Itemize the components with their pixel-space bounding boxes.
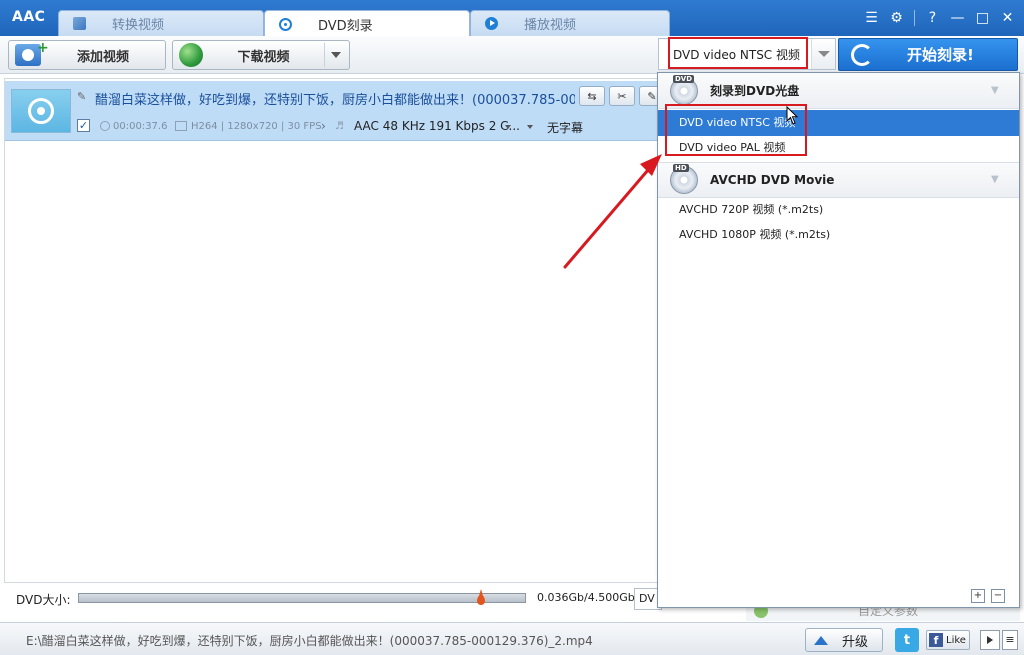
disc-icon bbox=[279, 17, 292, 31]
upgrade-button[interactable]: 升级 bbox=[805, 628, 883, 652]
chevron-down-icon[interactable] bbox=[505, 125, 511, 129]
list-icon[interactable]: ☰ bbox=[861, 8, 882, 28]
capacity-marker[interactable] bbox=[476, 589, 486, 609]
hd-disc-icon bbox=[670, 164, 698, 194]
file-title: 醋溜白菜这样做，好吃到爆，还特别下饭，厨房小白都能做出来！(000037.785… bbox=[95, 93, 575, 108]
play-icon[interactable] bbox=[980, 630, 1000, 650]
dvd-disc-icon bbox=[670, 74, 698, 105]
status-file-path: E:\醋溜白菜这样做，好吃到爆，还特别下饭，厨房小白都能做出来！(000037.… bbox=[26, 634, 593, 648]
convert-icon bbox=[73, 17, 86, 30]
expand-icon[interactable]: + bbox=[971, 589, 985, 603]
divider bbox=[914, 10, 915, 26]
tab-label: 播放视频 bbox=[524, 18, 577, 33]
start-burn-label: 开始刻录! bbox=[907, 46, 974, 64]
title-bar: AAC 转换视频 DVD刻录 播放视频 ☰ ⚙ ? — □ ✕ bbox=[0, 0, 1024, 37]
subtitle-select[interactable]: 无字幕 bbox=[547, 119, 583, 136]
table-row[interactable]: ✎ 醋溜白菜这样做，好吃到爆，还特别下饭，厨房小白都能做出来！(000037.7… bbox=[5, 81, 665, 141]
chevron-down-icon[interactable]: ▼ bbox=[991, 174, 1003, 186]
tab-label: DVD刻录 bbox=[318, 18, 373, 34]
close-icon[interactable]: ✕ bbox=[997, 8, 1018, 28]
globe-download-icon bbox=[179, 43, 203, 67]
help-icon[interactable]: ? bbox=[922, 8, 943, 28]
gear-icon[interactable]: ⚙ bbox=[886, 8, 907, 28]
mouse-cursor-icon bbox=[786, 106, 799, 125]
convert-row-button[interactable]: ⇆ bbox=[579, 86, 605, 106]
chevron-right-icon: › bbox=[321, 119, 326, 133]
menu-icon[interactable]: ≡ bbox=[1002, 630, 1018, 650]
row-actions: ⇆ ✂ ✎ bbox=[579, 86, 665, 106]
annotation-box-format bbox=[668, 37, 808, 69]
collapse-icon[interactable]: − bbox=[991, 589, 1005, 603]
clock-icon bbox=[100, 121, 110, 131]
refresh-icon bbox=[851, 43, 873, 66]
format-item-avchd-1080p[interactable]: AVCHD 1080P 视频 (*.m2ts) bbox=[658, 222, 1019, 248]
status-bar: E:\醋溜白菜这样做，好吃到爆，还特别下饭，厨房小白都能做出来！(000037.… bbox=[0, 622, 1024, 655]
film-add-icon: + bbox=[15, 40, 49, 66]
group-title: 刻录到DVD光盘 bbox=[710, 84, 800, 98]
pencil-icon[interactable]: ✎ bbox=[77, 90, 88, 103]
speaker-icon: ♬ bbox=[335, 121, 344, 132]
download-video-button[interactable]: 下载视频 bbox=[172, 40, 350, 70]
app-logo: AAC bbox=[12, 9, 46, 25]
group-avchd[interactable]: AVCHD DVD Movie ▼ bbox=[658, 162, 1019, 198]
dvd-size-row: DVD大小: 0.036Gb/4.500Gb DV bbox=[0, 585, 662, 611]
chevron-down-icon[interactable]: ▼ bbox=[991, 85, 1003, 97]
video-info: H264 | 1280x720 | 30 FPS bbox=[191, 121, 322, 132]
scissors-icon[interactable]: ✂ bbox=[609, 86, 635, 106]
start-burn-button[interactable]: 开始刻录! bbox=[838, 38, 1018, 71]
arrow-up-icon bbox=[814, 635, 828, 645]
film-reel-icon bbox=[28, 98, 54, 124]
add-video-label: 添加视频 bbox=[76, 49, 129, 65]
dvd-size-bar bbox=[78, 593, 526, 603]
chevron-down-icon[interactable] bbox=[811, 39, 835, 69]
tab-convert-video[interactable]: 转换视频 bbox=[58, 10, 264, 36]
facebook-icon: f bbox=[929, 633, 943, 647]
tab-play-video[interactable]: 播放视频 bbox=[470, 10, 670, 36]
facebook-like-button[interactable]: f Like bbox=[926, 630, 970, 650]
audio-track-select[interactable]: AAC 48 KHz 191 Kbps 2 C... bbox=[354, 119, 520, 133]
file-list: ✎ 醋溜白菜这样做，好吃到爆，还特别下饭，厨房小白都能做出来！(000037.7… bbox=[4, 78, 665, 583]
window-controls: ☰ ⚙ ? — □ ✕ bbox=[861, 8, 1018, 28]
file-checkbox[interactable]: ✓ bbox=[77, 119, 90, 132]
tab-dvd-burn[interactable]: DVD刻录 bbox=[264, 10, 470, 37]
film-icon bbox=[175, 121, 187, 131]
maximize-icon[interactable]: □ bbox=[972, 8, 993, 28]
like-label: Like bbox=[946, 634, 966, 646]
chevron-down-icon[interactable] bbox=[331, 52, 341, 58]
dvd-size-value: 0.036Gb/4.500Gb bbox=[537, 591, 635, 604]
divider bbox=[324, 43, 325, 67]
video-thumbnail[interactable] bbox=[11, 89, 71, 133]
upgrade-label: 升级 bbox=[842, 634, 869, 650]
minimize-icon[interactable]: — bbox=[947, 8, 968, 28]
twitter-icon[interactable]: t bbox=[895, 628, 919, 652]
duration: 00:00:37.6 bbox=[113, 121, 168, 132]
dropdown-footer: + − bbox=[658, 584, 1019, 608]
chevron-down-icon[interactable] bbox=[527, 125, 533, 129]
tab-label: 转换视频 bbox=[112, 18, 165, 33]
add-video-button[interactable]: + 添加视频 bbox=[8, 40, 166, 70]
download-video-label: 下载视频 bbox=[237, 49, 290, 65]
play-icon bbox=[485, 17, 498, 30]
dvd-size-label: DVD大小: bbox=[16, 593, 71, 607]
group-title: AVCHD DVD Movie bbox=[710, 173, 835, 187]
format-item-avchd-720p[interactable]: AVCHD 720P 视频 (*.m2ts) bbox=[658, 197, 1019, 223]
